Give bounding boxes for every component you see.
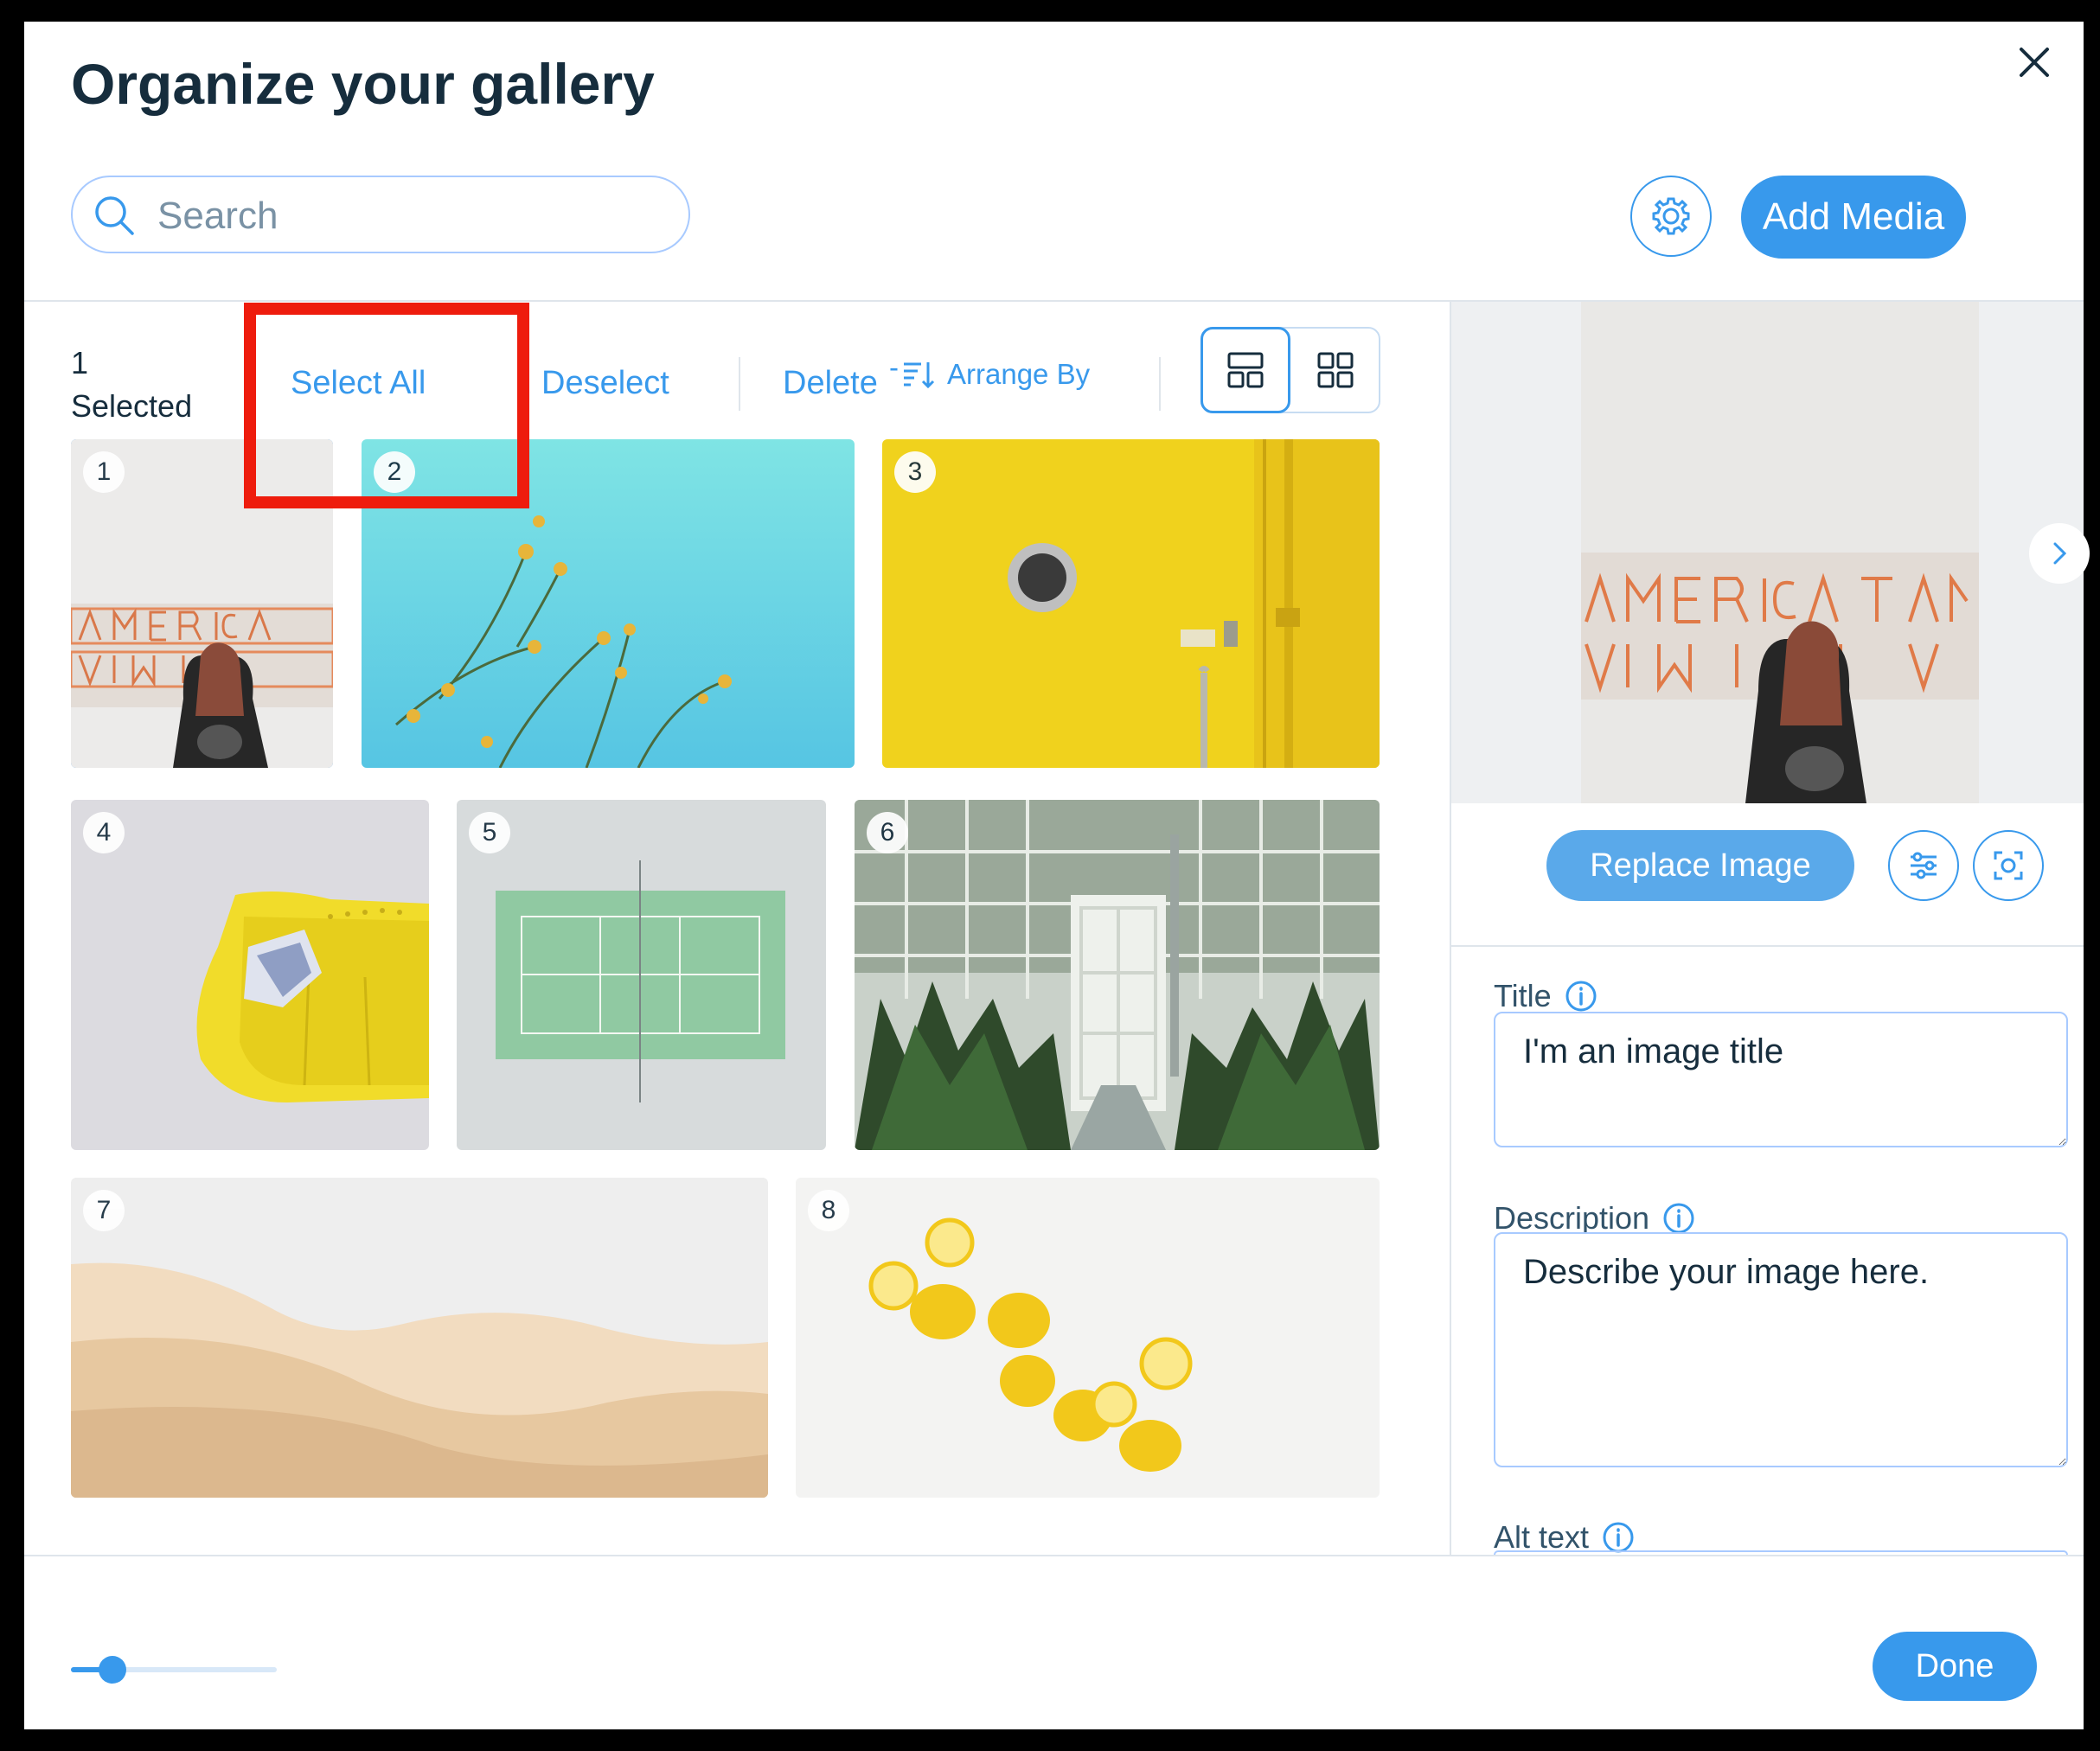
delete-button[interactable]: Delete (783, 365, 878, 402)
gallery-image (882, 439, 1380, 768)
layout-toggle (1200, 327, 1380, 413)
chevron-right-icon (2053, 542, 2067, 565)
adjust-image-button[interactable] (1888, 830, 1959, 901)
item-number-badge: 5 (469, 812, 510, 853)
grid-layout-icon (1317, 352, 1354, 388)
replace-image-button[interactable]: Replace Image (1546, 830, 1854, 901)
footer-divider (24, 1555, 2084, 1556)
grid-layout-button[interactable] (1290, 327, 1380, 413)
search-field[interactable] (71, 176, 690, 253)
toolbar-separator (739, 357, 740, 411)
add-media-button[interactable]: Add Media (1741, 176, 1966, 259)
gallery-item-5[interactable]: 5 (457, 800, 826, 1150)
selection-count: 1 Selected (71, 342, 192, 428)
title-label: Title (1494, 978, 1552, 1013)
gallery-item-7[interactable]: 7 (71, 1178, 768, 1498)
gallery-image (71, 800, 429, 1150)
item-number-badge: 4 (83, 812, 125, 853)
zoom-slider-handle[interactable] (98, 1656, 126, 1684)
gallery-item-4[interactable]: 4 (71, 800, 429, 1150)
item-number-badge: 7 (83, 1190, 125, 1231)
focal-point-icon (1994, 851, 2023, 880)
dialog-title: Organize your gallery (71, 52, 655, 116)
description-label: Description (1494, 1200, 1650, 1236)
settings-button[interactable] (1630, 176, 1712, 257)
gear-icon (1652, 197, 1690, 235)
toolbar-separator (246, 357, 247, 411)
close-icon (2020, 48, 2049, 77)
title-field-label: Title (1494, 978, 1598, 1014)
preview-image (1451, 302, 2084, 803)
next-image-button[interactable] (2029, 523, 2090, 584)
arrange-by-button[interactable]: - Arrange By (889, 351, 1091, 392)
select-all-button[interactable]: Select All (291, 365, 426, 402)
title-input[interactable] (1494, 1012, 2068, 1147)
info-icon[interactable] (1661, 1201, 1696, 1236)
focal-point-button[interactable] (1973, 830, 2044, 901)
item-number-badge: 3 (894, 451, 936, 493)
image-preview (1451, 302, 2084, 803)
organize-gallery-dialog: Organize your gallery Add Media 1 Select… (24, 22, 2090, 1729)
item-number-badge: 6 (867, 812, 908, 853)
gallery-image (457, 800, 826, 1150)
gallery-item-2[interactable]: 2 (362, 439, 855, 768)
masonry-layout-icon (1227, 352, 1264, 388)
search-input[interactable] (156, 191, 643, 241)
sort-icon (904, 362, 935, 389)
search-icon (95, 196, 134, 235)
arrange-prefix: - (889, 351, 899, 383)
gallery-item-8[interactable]: 8 (796, 1178, 1380, 1498)
info-icon[interactable] (1564, 979, 1598, 1013)
description-input[interactable] (1494, 1232, 2068, 1467)
selected-label: Selected (71, 388, 193, 424)
item-number-badge: 1 (83, 451, 125, 493)
selected-number: 1 (71, 345, 89, 380)
details-divider (1451, 945, 2084, 947)
item-number-badge: 8 (808, 1190, 849, 1231)
gallery-image (71, 1178, 768, 1498)
gallery-image (362, 439, 855, 768)
gallery-image (855, 800, 1380, 1150)
deselect-button[interactable]: Deselect (541, 365, 669, 402)
toolbar-separator (1159, 357, 1161, 411)
item-number-badge: 2 (374, 451, 415, 493)
close-button[interactable] (2004, 32, 2065, 93)
done-button[interactable]: Done (1873, 1632, 2037, 1701)
info-icon[interactable] (1601, 1520, 1636, 1555)
gallery-item-3[interactable]: 3 (882, 439, 1380, 768)
description-field-label: Description (1494, 1200, 1696, 1237)
gallery-image (796, 1178, 1380, 1498)
gallery-item-1[interactable]: 1 (71, 439, 333, 768)
gallery-item-6[interactable]: 6 (855, 800, 1380, 1150)
sliders-icon (1911, 852, 1937, 879)
arrange-by-label: Arrange By (947, 358, 1091, 390)
masonry-layout-button[interactable] (1200, 327, 1290, 413)
